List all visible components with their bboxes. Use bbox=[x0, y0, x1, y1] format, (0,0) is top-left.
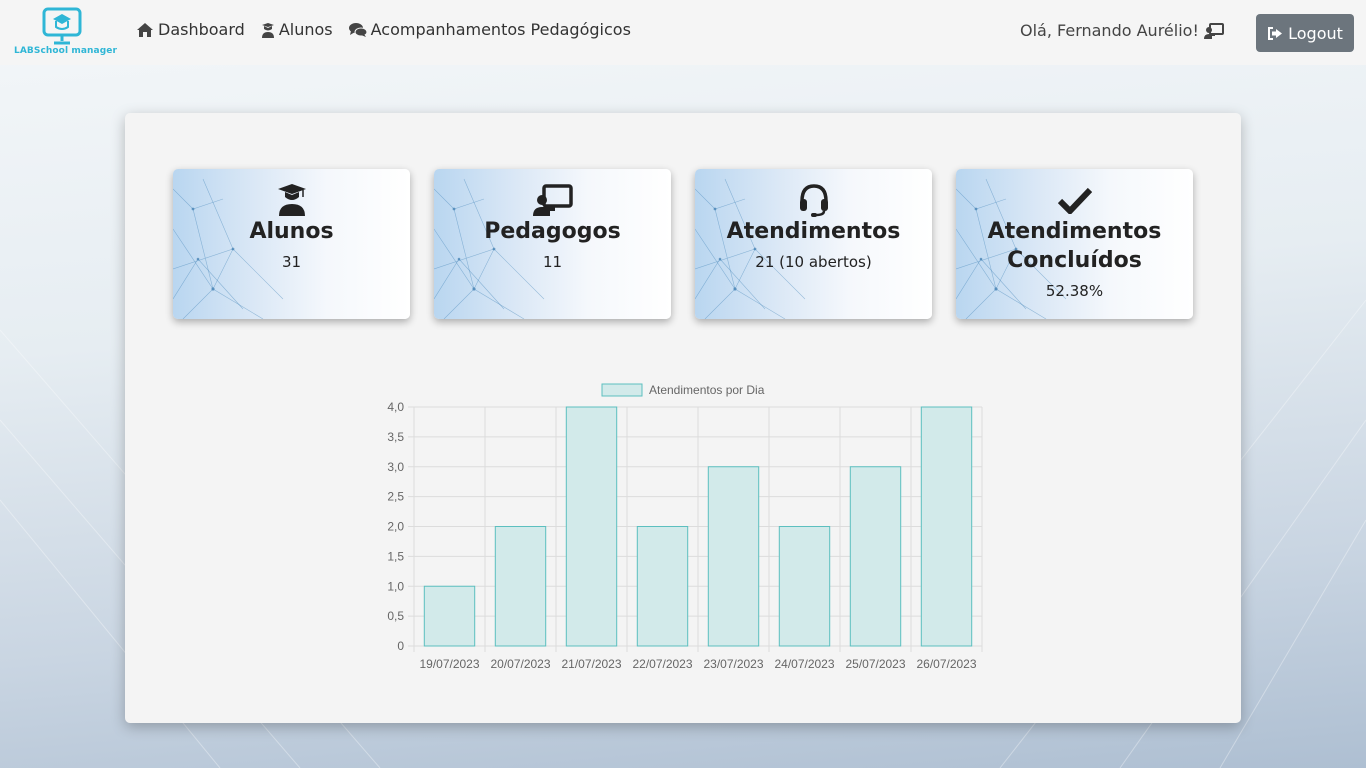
bar-21/07/2023 bbox=[565, 406, 618, 647]
atendimentos-bar-chart: Atendimentos por Dia 0 0,5 1,0 1,5 2,0 2,5 3,0 3… bbox=[387, 383, 983, 671]
nav-item-dashboard[interactable]: Dashboard bbox=[136, 20, 245, 39]
card-value: 21 (10 abertos) bbox=[755, 253, 872, 271]
bar-23/07/2023 bbox=[707, 466, 760, 647]
bar-19/07/2023 bbox=[423, 585, 476, 647]
card-value: 52.38% bbox=[1045, 282, 1104, 300]
comments-icon bbox=[348, 22, 367, 37]
card-value: 11 bbox=[542, 253, 563, 271]
legend-label: Atendimentos por Dia bbox=[649, 383, 765, 397]
graduation-cap-icon bbox=[277, 184, 306, 216]
nav-item-label: Acompanhamentos Pedagógicos bbox=[370, 20, 631, 39]
sign-out-icon bbox=[1268, 26, 1283, 40]
main-nav: Dashboard Alunos Acompanhamentos Pedagóg… bbox=[136, 20, 631, 39]
y-tick-label: 4,0 bbox=[387, 400, 404, 414]
y-tick-label: 1,5 bbox=[387, 549, 404, 563]
card-title: Pedagogos bbox=[484, 219, 621, 244]
y-tick-label: 3,0 bbox=[387, 460, 404, 474]
legend-swatch bbox=[601, 383, 643, 397]
logout-label: Logout bbox=[1288, 23, 1343, 43]
check-icon bbox=[1057, 187, 1092, 214]
nav-item-label: Alunos bbox=[278, 20, 333, 39]
y-tick-label: 0 bbox=[397, 639, 404, 653]
x-tick-label: 24/07/2023 bbox=[774, 657, 834, 671]
card-title: Alunos bbox=[249, 219, 334, 244]
card-title: Atendimentos Concluídos bbox=[987, 219, 1162, 273]
greeting-text: Olá, Fernando Aurélio! bbox=[1020, 21, 1199, 40]
chalkboard-teacher-icon bbox=[532, 184, 573, 216]
bar-25/07/2023 bbox=[849, 466, 902, 647]
bar-24/07/2023 bbox=[778, 526, 831, 647]
logout-button[interactable]: Logout bbox=[1256, 14, 1354, 52]
x-tick-label: 21/07/2023 bbox=[561, 657, 621, 671]
x-tick-label: 23/07/2023 bbox=[703, 657, 763, 671]
brand-name: LABSchool manager bbox=[14, 46, 117, 56]
headset-icon bbox=[799, 184, 828, 217]
card-pedagogos: Pedagogos 11 bbox=[434, 169, 671, 319]
x-tick-label: 19/07/2023 bbox=[419, 657, 479, 671]
y-tick-label: 2,0 bbox=[387, 520, 404, 534]
user-greeting: Olá, Fernando Aurélio! bbox=[1020, 21, 1224, 40]
nav-item-alunos[interactable]: Alunos bbox=[261, 20, 333, 39]
teacher-icon bbox=[1203, 22, 1224, 39]
nav-item-label: Dashboard bbox=[158, 20, 245, 39]
student-icon bbox=[261, 22, 274, 38]
bar-26/07/2023 bbox=[920, 406, 973, 647]
card-atendimentos-concluidos: Atendimentos Concluídos 52.38% bbox=[956, 169, 1193, 319]
x-tick-label: 25/07/2023 bbox=[845, 657, 905, 671]
y-tick-label: 3,5 bbox=[387, 430, 404, 444]
y-tick-label: 2,5 bbox=[387, 490, 404, 504]
nav-item-acompanhamentos[interactable]: Acompanhamentos Pedagógicos bbox=[348, 20, 631, 39]
card-alunos: Alunos 31 bbox=[173, 169, 410, 319]
y-tick-label: 0,5 bbox=[387, 609, 404, 623]
top-navbar: LABSchool manager Dashboard Alunos Acomp… bbox=[0, 0, 1366, 65]
card-atendimentos: Atendimentos 21 (10 abertos) bbox=[695, 169, 932, 319]
y-tick-label: 1,0 bbox=[387, 579, 404, 593]
brand-logo[interactable]: LABSchool manager bbox=[14, 5, 117, 61]
monitor-logo-icon bbox=[42, 7, 82, 45]
card-title: Atendimentos bbox=[726, 219, 901, 244]
bar-22/07/2023 bbox=[636, 526, 689, 647]
bar-20/07/2023 bbox=[494, 526, 547, 647]
x-tick-label: 20/07/2023 bbox=[490, 657, 550, 671]
home-icon bbox=[137, 22, 153, 37]
x-tick-label: 26/07/2023 bbox=[916, 657, 976, 671]
card-value: 31 bbox=[281, 253, 302, 271]
x-tick-label: 22/07/2023 bbox=[632, 657, 692, 671]
